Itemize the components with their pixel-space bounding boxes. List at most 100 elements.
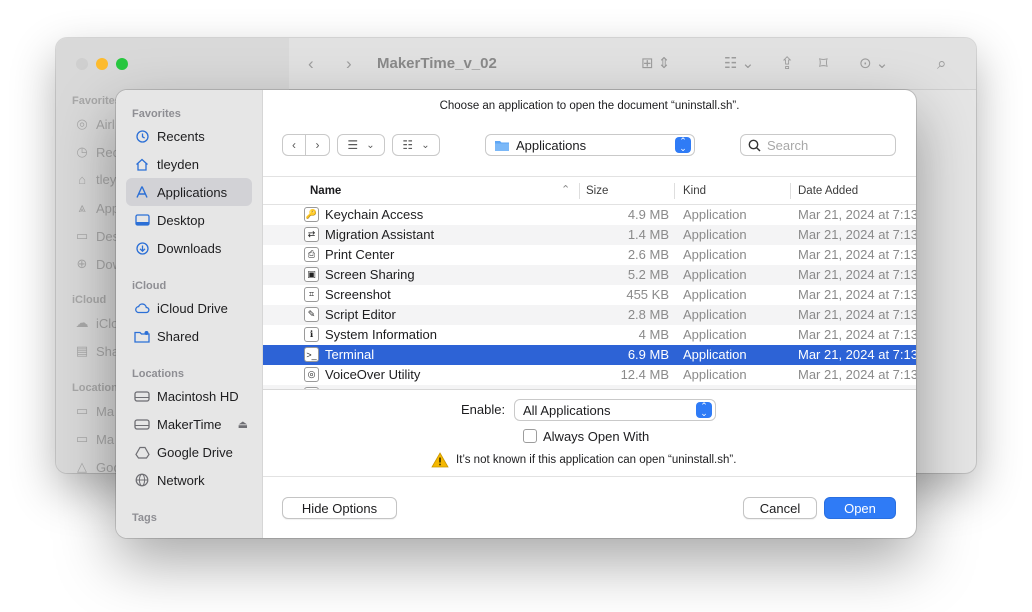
tag-icon[interactable]: ⌑: [819, 54, 828, 74]
finder-icloud-header: iCloud: [72, 294, 107, 306]
row-kind: Application: [683, 227, 747, 242]
desktop-icon: ▭: [75, 228, 89, 243]
column-date-added[interactable]: Date Added: [798, 185, 858, 197]
applications-icon: ⩓: [78, 200, 86, 215]
eject-icon[interactable]: ⏏: [238, 418, 248, 431]
finder-sidebar-item[interactable]: ▭ Ma: [74, 431, 114, 447]
hide-options-button[interactable]: Hide Options: [282, 497, 397, 519]
finder-sidebar-item[interactable]: ▤ Sha: [74, 343, 119, 359]
enable-popup[interactable]: All Applications ⌃ ⌄: [514, 399, 716, 421]
row-date: Mar 21, 2024 at 7:13: [798, 247, 916, 262]
finder-sidebar-item[interactable]: ⊕ Dow: [74, 256, 122, 272]
forward-button[interactable]: ›: [306, 134, 330, 156]
shared-folder-icon: [134, 328, 150, 344]
disk-icon: [134, 416, 150, 432]
column-name[interactable]: Name: [310, 185, 341, 197]
table-row[interactable]: ⇄ Migration Assistant 1.4 MB Application Mar…: [263, 225, 916, 245]
sidebar-item-macintosh-hd[interactable]: Macintosh HD: [126, 382, 252, 410]
table-row[interactable]: ⎙ Print Center 2.6 MB Application Mar 21, 20…: [263, 245, 916, 265]
sidebar-item-recents[interactable]: Recents: [126, 122, 252, 150]
row-name: Script Editor: [325, 307, 396, 322]
close-button[interactable]: [76, 58, 88, 70]
row-kind: Application: [683, 267, 747, 282]
share-icon[interactable]: ⇪: [780, 54, 794, 74]
app-icon: ⎙: [304, 247, 319, 262]
finder-sidebar-item[interactable]: △ Goo: [74, 459, 121, 473]
app-icon: >_: [304, 347, 319, 362]
sidebar-item-google-drive[interactable]: Google Drive: [126, 438, 252, 466]
row-kind: Application: [683, 307, 747, 322]
search-icon[interactable]: ⌕: [937, 54, 947, 74]
minimize-button[interactable]: [96, 58, 108, 70]
folder-icon: [495, 140, 509, 151]
app-icon: ▣: [304, 267, 319, 282]
finder-sidebar-item[interactable]: ▭ Ma: [74, 403, 114, 419]
row-size: 2.8 MB: [627, 307, 669, 322]
finder-favorites-header: Favorites: [72, 95, 121, 107]
sidebar-item-shared[interactable]: Shared: [126, 322, 252, 350]
sidebar-item-applications[interactable]: Applications: [126, 178, 252, 206]
disk-icon: ▭: [75, 403, 89, 418]
home-icon: ⌂: [78, 172, 86, 187]
back-button[interactable]: ‹: [282, 134, 306, 156]
more-icon[interactable]: ⊙ ⌄: [859, 54, 888, 74]
app-icon: ◎: [304, 367, 319, 382]
disk-icon: [134, 388, 150, 404]
row-date: Mar 21, 2024 at 7:13: [798, 347, 916, 362]
table-row[interactable]: >_ Terminal 6.9 MB Application Mar 21, 2024 …: [263, 345, 916, 365]
sidebar-item-downloads[interactable]: Downloads: [126, 234, 252, 262]
row-size: 1.4 MB: [627, 227, 669, 242]
table-row[interactable]: ▣ Screen Sharing 5.2 MB Application Mar 21, …: [263, 265, 916, 285]
chevron-right-icon: ›: [315, 138, 320, 152]
forward-icon[interactable]: ›: [346, 54, 352, 74]
finder-sidebar-item[interactable]: ▭ Des: [74, 228, 119, 244]
open-button[interactable]: Open: [824, 497, 896, 519]
finder-sidebar-item[interactable]: ◷ Rec: [74, 144, 119, 160]
sidebar-item-tleyden[interactable]: tleyden: [126, 150, 252, 178]
sidebar-item-desktop[interactable]: Desktop: [126, 206, 252, 234]
sidebar-item-makertime[interactable]: MakerTime ⏏: [126, 410, 252, 438]
back-icon[interactable]: ‹: [308, 54, 314, 74]
location-popup[interactable]: Applications ⌃ ⌄: [485, 134, 695, 156]
sidebar-item-network[interactable]: Network: [126, 466, 252, 494]
table-row[interactable]: ⌗ Screenshot 455 KB Application Mar 21, 2024…: [263, 285, 916, 305]
row-size: 6.9 MB: [627, 347, 669, 362]
table-row[interactable]: 🔑 Keychain Access 4.9 MB Application Mar 21,…: [263, 205, 916, 225]
column-size[interactable]: Size: [586, 185, 608, 197]
finder-sidebar-item[interactable]: ◎ Airl: [74, 116, 114, 132]
group-button[interactable]: ☷ ⌄: [392, 134, 440, 156]
group-icon[interactable]: ☷ ⌄: [724, 54, 754, 74]
column-kind[interactable]: Kind: [683, 185, 706, 197]
clock-icon: ◷: [76, 144, 88, 159]
always-open-label[interactable]: Always Open With: [543, 429, 649, 444]
row-date: Mar 21, 2024 at 7:13: [798, 267, 916, 282]
app-icon: ✎: [304, 307, 319, 322]
cloud-icon: ☁: [75, 315, 89, 330]
table-row[interactable]: ◎ VoiceOver Utility 12.4 MB Application Mar …: [263, 365, 916, 385]
chevron-left-icon: ‹: [292, 138, 296, 152]
grid-icon: ☷: [402, 138, 414, 152]
row-name: Print Center: [325, 247, 395, 262]
row-kind: Application: [683, 247, 747, 262]
sidebar-item-icloud-drive[interactable]: iCloud Drive: [126, 294, 252, 322]
table-row[interactable]: ✎ Script Editor 2.8 MB Application Mar 21, 2…: [263, 305, 916, 325]
shared-folder-icon: ▤: [75, 343, 89, 358]
popup-stepper-icon: ⌃ ⌄: [696, 402, 712, 418]
row-kind: Application: [683, 207, 747, 222]
table-row[interactable]: ✕ XCode 3.3 MB Application Apr 15, 2024 at 1…: [263, 385, 916, 389]
zoom-button[interactable]: [116, 58, 128, 70]
finder-window-title: MakerTime_v_02: [377, 55, 497, 72]
cancel-button[interactable]: Cancel: [743, 497, 817, 519]
open-with-dialog: Favorites Recents tleyden Applications D…: [116, 90, 916, 538]
always-open-checkbox[interactable]: [523, 429, 537, 443]
table-row[interactable]: ℹ System Information 4 MB Application Mar 21…: [263, 325, 916, 345]
globe-icon: [134, 472, 150, 488]
view-mode-button[interactable]: ☰ ⌄: [337, 134, 385, 156]
finder-sidebar-item[interactable]: ⌂ tley: [74, 172, 116, 187]
search-field[interactable]: Search: [740, 134, 896, 156]
row-name: Screenshot: [325, 287, 391, 302]
row-kind: Application: [683, 287, 747, 302]
icon-view-icon[interactable]: ⊞ ⇕: [641, 54, 670, 74]
finder-sidebar-item[interactable]: ⩓ App: [74, 200, 119, 216]
finder-sidebar-item[interactable]: ☁ iClo: [74, 315, 119, 331]
